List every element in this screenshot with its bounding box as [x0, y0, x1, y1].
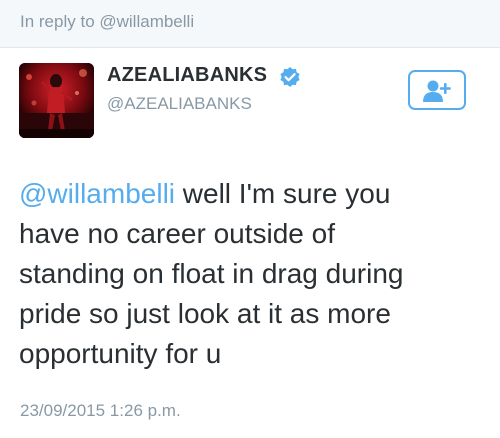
tweet-line-2: have no career outside of — [19, 218, 335, 249]
mention-link[interactable]: @willambelli — [19, 178, 175, 209]
tweet-card: AZEALIABANKS @AZEALIABANKS @willambelli … — [0, 49, 500, 438]
reply-context-text[interactable]: In reply to @willambelli — [20, 12, 194, 32]
tweet-line-1-rest: well I'm sure you — [175, 178, 391, 209]
avatar[interactable] — [19, 63, 94, 138]
tweet-line-1: @willambelli well I'm sure you — [19, 174, 489, 214]
tweet-line-4: pride so just look at it as more — [19, 298, 391, 329]
follow-button[interactable] — [408, 70, 466, 110]
add-user-icon — [423, 80, 451, 102]
tweet-line-3: standing on float in drag during — [19, 258, 404, 289]
tweet-line-5: opportunity for u — [19, 338, 222, 369]
author-handle[interactable]: @AZEALIABANKS — [107, 94, 252, 114]
reply-context-bar: In reply to @willambelli — [0, 0, 500, 48]
author-display-name[interactable]: AZEALIABANKS — [107, 64, 267, 87]
tweet-timestamp: 23/09/2015 1:26 p.m. — [20, 401, 181, 420]
verified-badge-icon — [279, 66, 301, 88]
avatar-image — [19, 63, 94, 138]
tweet-text: @willambelli well I'm sure you have no c… — [19, 174, 489, 374]
